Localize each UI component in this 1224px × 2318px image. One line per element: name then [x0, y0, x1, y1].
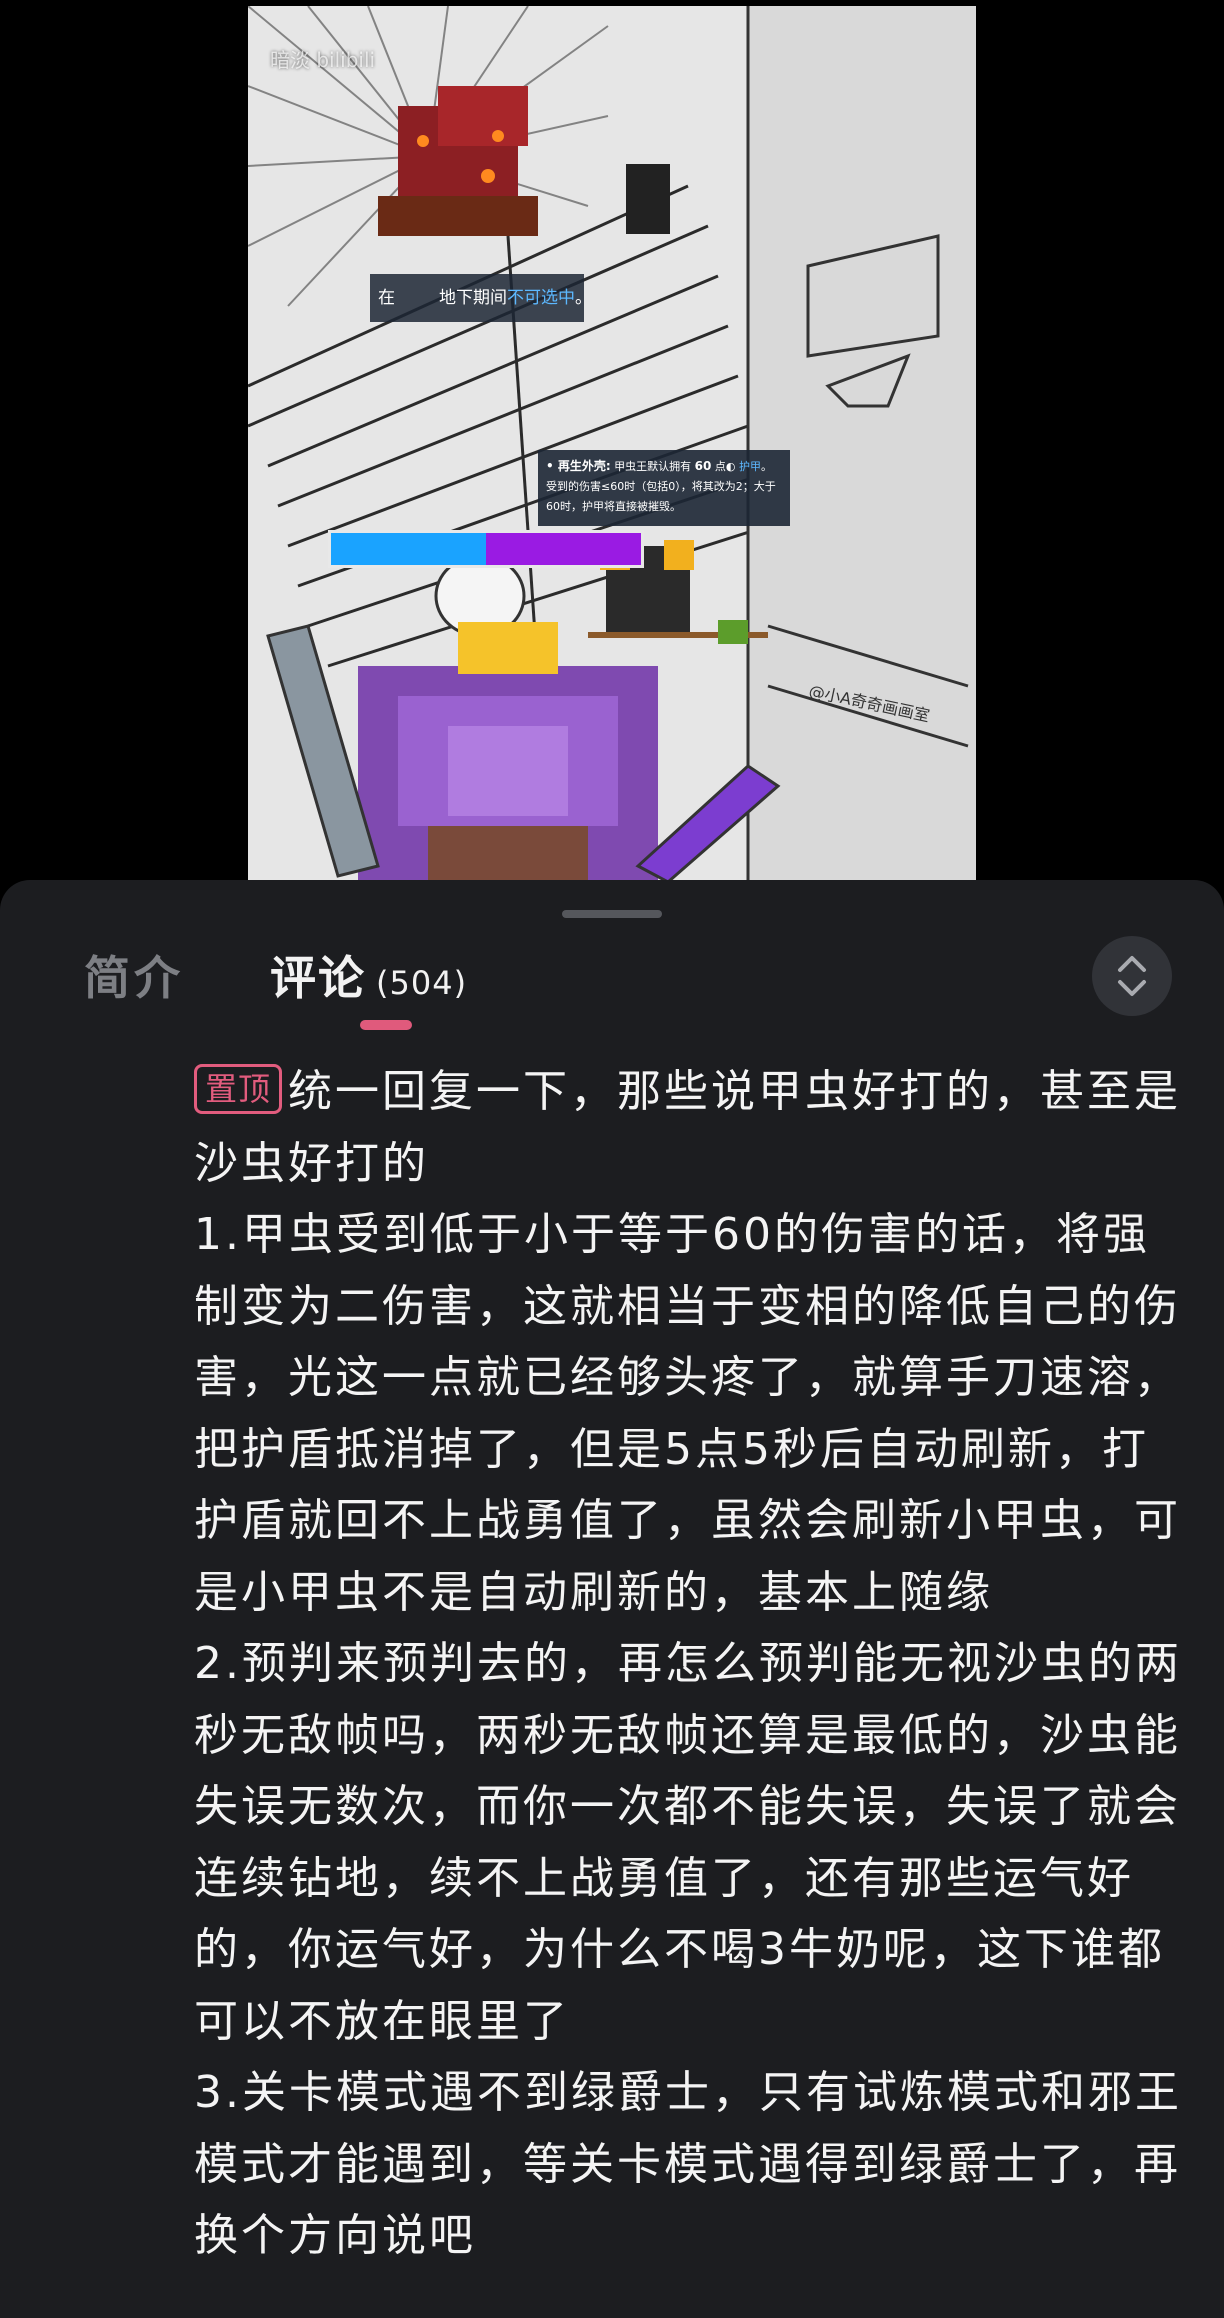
tooltip-shell-line1: • 再生外壳: 甲虫王默认拥有 60 点◐ 护甲。	[546, 456, 782, 477]
video-frame-art: @小A奇奇画画室	[248, 6, 976, 882]
tooltip-shell-title: • 再生外壳:	[546, 459, 611, 473]
active-tab-indicator	[360, 1020, 412, 1030]
player-status-bar	[328, 530, 644, 568]
tooltip-middle: 地下期间	[439, 288, 507, 308]
tooltip-shell-text-b: 点	[714, 460, 726, 473]
pinned-comment: 置顶 统一回复一下，那些说甲虫好打的，甚至是沙虫好打的 1.甲虫受到低于小于等于6…	[194, 1056, 1184, 2272]
tab-comments-count: (504)	[376, 964, 468, 1002]
comment-text: 统一回复一下，那些说甲虫好打的，甚至是沙虫好打的 1.甲虫受到低于小于等于60的…	[194, 1066, 1182, 2261]
tooltip-highlight: 不可选中	[507, 288, 575, 308]
chevron-up-down-icon	[1118, 956, 1146, 996]
tooltip-prefix: 在	[378, 288, 395, 308]
tab-comments[interactable]: 评论 (504)	[270, 942, 467, 1008]
tab-intro[interactable]: 简介	[84, 942, 184, 1008]
ability-tooltip-burrow: 在 地下期间不可选中。	[370, 274, 592, 322]
video-player[interactable]: @小A奇奇画画室 暗淡 bilibili 在地下期间不可选中。 • 再生外壳: …	[248, 6, 976, 882]
health-bar	[486, 533, 641, 565]
comment-sheet: 简介 评论 (504) 置顶 统一回复一下，那些说甲虫好打的，甚至是沙虫好打的 1.…	[0, 880, 1224, 2318]
tooltip-shell-text-a: 甲虫王默认拥有	[614, 460, 692, 473]
ability-tooltip-shell: • 再生外壳: 甲虫王默认拥有 60 点◐ 护甲。 受到的伤害≤60时（包括0）…	[538, 450, 790, 526]
tooltip-shell-line3: 60时，护甲将直接被摧毁。	[546, 500, 681, 513]
shield-bar	[331, 533, 486, 565]
video-watermark: 暗淡 bilibili	[270, 48, 376, 72]
expand-button[interactable]	[1092, 936, 1172, 1016]
tooltip-suffix: 。	[575, 288, 592, 308]
tooltip-shell-armor: 护甲	[738, 460, 761, 473]
tab-comments-label: 评论	[270, 951, 366, 1005]
tooltip-shell-number: 60	[694, 459, 712, 473]
shield-icon: ◐	[725, 460, 736, 473]
tooltip-shell-end: 。	[760, 460, 772, 473]
tooltip-shell-line2: 受到的伤害≤60时（包括0），将其改为2；大于	[546, 480, 776, 493]
sheet-drag-handle[interactable]	[562, 910, 662, 918]
pinned-badge: 置顶	[194, 1064, 283, 1114]
